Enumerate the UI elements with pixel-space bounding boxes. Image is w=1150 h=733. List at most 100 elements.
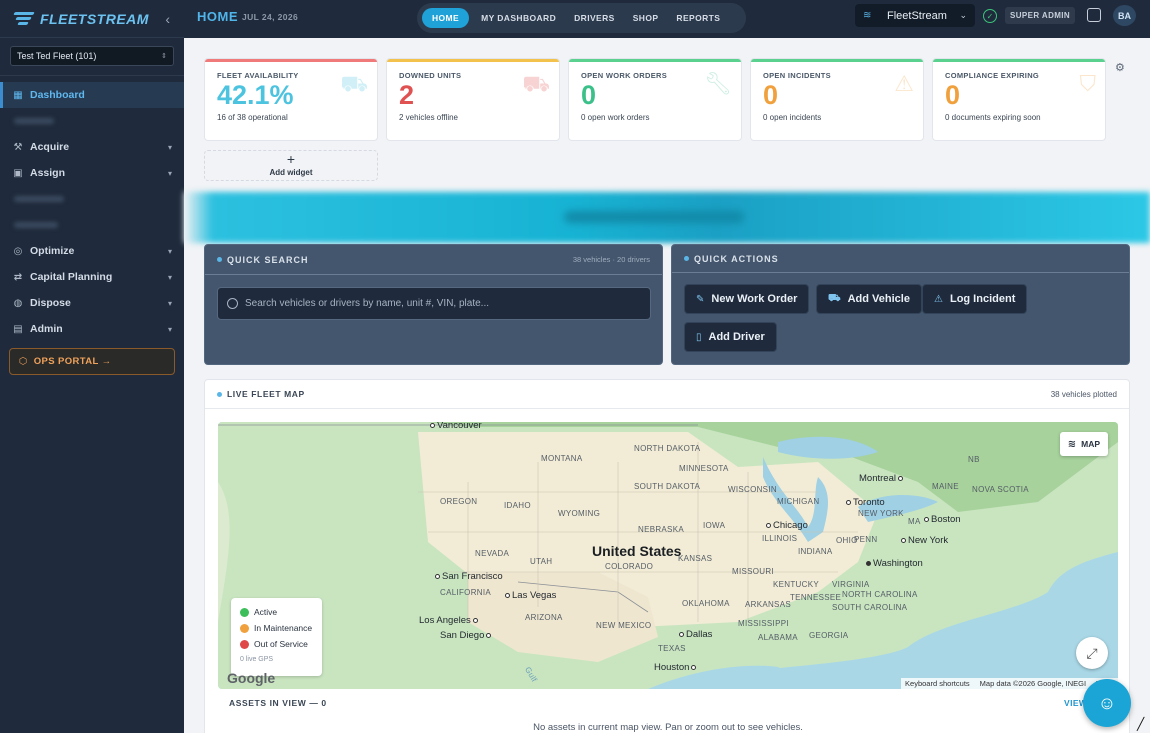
collapse-sidebar-button[interactable]: ‹ — [165, 11, 170, 27]
fleet-select[interactable]: Test Ted Fleet (101) ⇕ — [10, 46, 174, 66]
acquire-icon: ⚒ — [13, 141, 23, 153]
map-label: MINNESOTA — [679, 464, 729, 473]
chevron-down-icon: ▾ — [167, 246, 172, 256]
kpi-sub: 0 open work orders — [581, 113, 650, 122]
refresh-icon: ⇄ — [13, 271, 23, 283]
sidebar-item-label: Dashboard — [30, 89, 85, 101]
button-label: New Work Order — [711, 293, 798, 305]
building-icon: ▤ — [13, 323, 23, 335]
tab-shop[interactable]: SHOP — [627, 8, 665, 28]
tab-home[interactable]: HOME — [422, 8, 470, 28]
logo-row: FLEETSTREAM ‹ — [0, 0, 184, 38]
button-label: Log Incident — [949, 293, 1016, 305]
kpi-sub: 0 open incidents — [763, 113, 822, 122]
country-label: United States — [592, 543, 682, 559]
fullscreen-button[interactable]: ⤢ — [1076, 637, 1108, 669]
kpi-sub: 2 vehicles offline — [399, 113, 458, 122]
chevron-down-icon: ⌄ — [959, 10, 967, 20]
tab-reports[interactable]: REPORTS — [670, 8, 726, 28]
map-type-toggle[interactable]: ≋ MAP — [1059, 432, 1108, 456]
sidebar-item-admin[interactable]: ▤ Admin ▾ — [0, 316, 184, 342]
document-icon: ▯ — [696, 331, 702, 343]
sidebar-item-assign[interactable]: ▣ Assign ▾ — [0, 160, 184, 186]
keyboard-shortcuts-link[interactable]: Keyboard shortcuts — [905, 679, 970, 688]
wrench-icon: ✎ — [696, 293, 705, 305]
legend-swatch — [240, 639, 249, 649]
city-label: Chicago — [766, 520, 808, 531]
panel-title: QUICK SEARCH — [227, 254, 309, 265]
add-widget-button[interactable]: + Add widget — [204, 150, 378, 181]
search-icon — [227, 298, 238, 309]
map-label: NEBRASKA — [638, 525, 684, 534]
google-logo: Google — [227, 670, 276, 686]
kpi-fleet-availability[interactable]: FLEET AVAILABILITY 42.1% 16 of 38 operat… — [204, 58, 378, 141]
empty-state-message: No assets in current map view. Pan or zo… — [533, 722, 803, 733]
button-label: Add Vehicle — [847, 293, 910, 305]
map-label: OKLAHOMA — [682, 599, 730, 608]
chevron-down-icon: ▾ — [167, 168, 172, 178]
shield-icon: ⛉ — [1079, 71, 1096, 96]
map-canvas[interactable]: NORTH DAKOTA MINNESOTA MONTANA SOUTH DAK… — [218, 422, 1118, 689]
city-label: San Francisco — [435, 571, 503, 582]
inbox-icon[interactable] — [1087, 8, 1101, 22]
kpi-compliance-expiring[interactable]: COMPLIANCE EXPIRING 0 0 documents expiri… — [932, 58, 1106, 141]
tab-my-dashboard[interactable]: MY DASHBOARD — [475, 8, 562, 28]
search-box[interactable] — [217, 287, 651, 320]
status-dot — [684, 256, 689, 261]
map-label: NB — [968, 455, 980, 464]
kpi-accent-bar — [751, 59, 923, 62]
kpi-sub: 16 of 38 operational — [217, 113, 288, 122]
city-label: Houston — [654, 662, 698, 673]
sidebar-item-label: Capital Planning — [30, 271, 113, 283]
sidebar-item-optimize[interactable]: ◎ Optimize ▾ — [0, 238, 184, 264]
kpi-sub: 0 documents expiring soon — [945, 113, 1041, 122]
add-driver-button[interactable]: ▯ Add Driver — [684, 322, 777, 352]
add-vehicle-button[interactable]: ⛟ Add Vehicle — [816, 284, 922, 314]
cursor-icon: ╱ — [1137, 717, 1145, 731]
tab-drivers[interactable]: DRIVERS — [568, 8, 621, 28]
assistant-bot-button[interactable]: ☺ — [1083, 679, 1131, 727]
ops-portal-button[interactable]: ⬡ OPS PORTAL → — [9, 348, 175, 375]
city-label: Los Angeles — [419, 615, 480, 626]
kpi-value: 0 — [763, 80, 779, 110]
brand-switcher[interactable]: ≋ FleetStream ⌄ — [855, 4, 975, 27]
gps-count: 0 live GPS — [240, 656, 274, 663]
map-label: TENNESSEE — [790, 593, 842, 602]
sidebar-item-dashboard[interactable]: ▦ Dashboard — [0, 82, 184, 108]
sidebar-item-dispose[interactable]: ◍ Dispose ▾ — [0, 290, 184, 316]
map-type-label: MAP — [1081, 439, 1100, 449]
sidebar-divider — [0, 75, 184, 76]
status-dot — [217, 257, 222, 262]
log-incident-button[interactable]: ⚠ Log Incident — [922, 284, 1028, 314]
logo-icon — [13, 11, 36, 27]
kpi-open-incidents[interactable]: OPEN INCIDENTS 0 0 open incidents ⚠ — [750, 58, 924, 141]
panel-meta: 38 vehicles plotted — [1050, 389, 1117, 399]
map-label: GEORGIA — [809, 631, 849, 640]
map-label: NEW MEXICO — [596, 621, 652, 630]
map-label: ALABAMA — [758, 633, 798, 642]
map-label: ARIZONA — [525, 613, 563, 622]
panel-header: LIVE FLEET MAP 38 vehicles plotted — [205, 380, 1129, 409]
kpi-open-work-orders[interactable]: OPEN WORK ORDERS 0 0 open work orders 🔧︎ — [568, 58, 742, 141]
map-label: KENTUCKY — [773, 580, 819, 589]
grid-icon: ▦ — [13, 89, 23, 101]
map-label: MA — [908, 517, 921, 526]
target-icon: ◎ — [13, 245, 23, 257]
map-label: ARKANSAS — [745, 600, 791, 609]
city-label: New York — [901, 535, 948, 546]
top-tabs: HOME MY DASHBOARD DRIVERS SHOP REPORTS — [417, 3, 746, 33]
avatar[interactable]: BA — [1113, 5, 1136, 26]
sliders-icon[interactable]: ⚙ — [1115, 61, 1125, 74]
select-arrows-icon: ⇕ — [161, 53, 167, 60]
new-work-order-button[interactable]: ✎ New Work Order — [684, 284, 810, 314]
search-input[interactable] — [245, 298, 625, 309]
kpi-downed-units[interactable]: DOWNED UNITS 2 2 vehicles offline ⛟ — [386, 58, 560, 141]
redacted-item — [0, 212, 184, 238]
map-label: NORTH CAROLINA — [842, 590, 918, 599]
map-label: INDIANA — [798, 547, 833, 556]
panel-title: LIVE FLEET MAP — [227, 389, 305, 399]
sidebar-item-capital-planning[interactable]: ⇄ Capital Planning ▾ — [0, 264, 184, 290]
city-label: Washington — [866, 558, 923, 569]
kpi-accent-bar — [205, 59, 377, 62]
sidebar-item-acquire[interactable]: ⚒ Acquire ▾ — [0, 134, 184, 160]
